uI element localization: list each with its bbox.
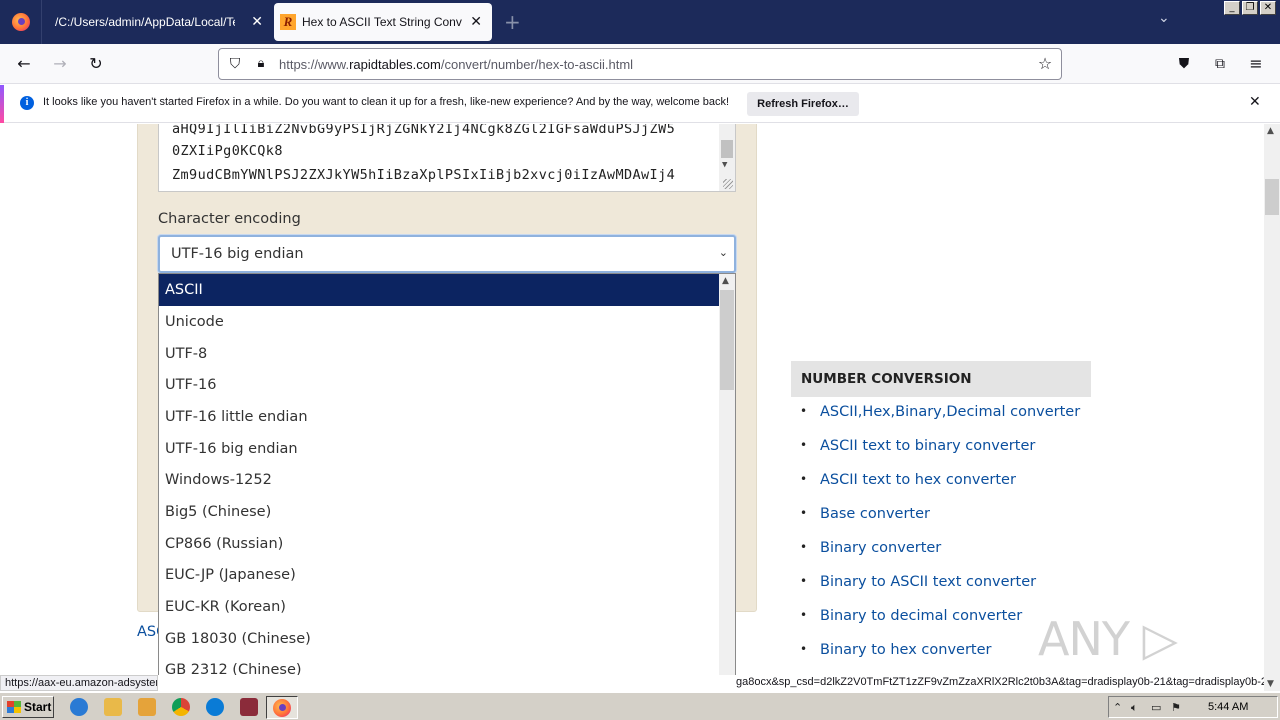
status-url-right: ga8ocx&sp_csd=d2lkZ2V0TmFtZT1zZF9vZmZzaX… bbox=[736, 676, 1264, 688]
close-icon[interactable]: ✕ bbox=[1249, 94, 1261, 110]
dropdown-option[interactable]: GB 2312 (Chinese) bbox=[159, 654, 720, 675]
sidebar-link[interactable]: ASCII text to hex converter bbox=[800, 472, 1016, 488]
textarea-line: Zm9udCBmYWNlPSJ2ZXJkYW5hIiBzaXplPSIxIiBj… bbox=[172, 167, 676, 183]
media-player-icon[interactable] bbox=[138, 698, 156, 716]
star-icon[interactable]: ☆ bbox=[1035, 54, 1055, 74]
chrome-icon[interactable] bbox=[172, 698, 190, 716]
close-icon[interactable]: ✕ bbox=[470, 14, 482, 30]
sidebar-link[interactable]: Binary converter bbox=[800, 540, 941, 556]
resize-grip-icon[interactable] bbox=[723, 179, 733, 189]
dropdown-option[interactable]: Windows-1252 bbox=[159, 464, 720, 496]
chevron-down-icon[interactable]: ▼ bbox=[722, 160, 727, 170]
sidebar-link[interactable]: Base converter bbox=[800, 506, 930, 522]
textarea-line: 0ZXIiPg0KCQk8 bbox=[172, 143, 283, 159]
minimize-button[interactable]: _ bbox=[1224, 1, 1240, 15]
start-button[interactable]: Start bbox=[2, 696, 54, 718]
dropdown-option[interactable]: Big5 (Chinese) bbox=[159, 496, 720, 528]
internet-explorer-icon[interactable] bbox=[70, 698, 88, 716]
dropdown-scrollbar[interactable]: ▲ ▼ bbox=[719, 274, 735, 675]
firefox-icon bbox=[273, 699, 291, 717]
volume-icon[interactable]: 🔈︎ bbox=[1131, 701, 1138, 715]
dropdown-option[interactable]: EUC-KR (Korean) bbox=[159, 591, 720, 623]
menu-icon[interactable]: ≡ bbox=[1246, 54, 1266, 74]
address-bar[interactable]: ⛉ 🔒︎ https://www.rapidtables.com/convert… bbox=[218, 48, 1062, 80]
system-tray: ⌃ 🔈︎ ▭ ⚑ 5:44 AM bbox=[1108, 696, 1278, 718]
sidebar-link[interactable]: Binary to ASCII text converter bbox=[800, 574, 1036, 590]
dropdown-option[interactable]: Unicode bbox=[159, 306, 720, 338]
windows-taskbar: Start ⌃ 🔈︎ ▭ ⚑ 5:44 AM bbox=[0, 692, 1280, 720]
dropdown-option[interactable]: CP866 (Russian) bbox=[159, 528, 720, 560]
textarea-line: aHQ9IjIlIiBiZ2NvbG9yPSIjRjZGNkY2Ij4NCgk8… bbox=[172, 124, 676, 137]
firefox-taskbar-button[interactable] bbox=[266, 696, 298, 719]
forward-icon[interactable]: → bbox=[50, 54, 70, 74]
clock: 5:44 AM bbox=[1208, 701, 1249, 713]
new-tab-plus-icon[interactable]: + bbox=[504, 10, 521, 34]
tab-strip: /C:/Users/admin/AppData/Local/Temp/l ✕ R… bbox=[0, 0, 1280, 44]
notification-message: It looks like you haven't started Firefo… bbox=[43, 96, 730, 108]
sidebar-heading: NUMBER CONVERSION bbox=[791, 361, 1091, 397]
close-window-button[interactable]: ✕ bbox=[1260, 1, 1276, 15]
chevron-up-icon[interactable]: ▲ bbox=[1267, 126, 1274, 136]
output-textarea[interactable]: aHQ9IjIlIiBiZ2NvbG9yPSIjRjZGNkY2Ij4NCgk8… bbox=[158, 124, 736, 192]
reload-icon[interactable]: ↻ bbox=[86, 54, 106, 74]
page-scrollbar[interactable]: ▲ ▼ bbox=[1264, 124, 1280, 691]
notification-bar: i It looks like you haven't started Fire… bbox=[0, 85, 1280, 123]
dropdown-option[interactable]: ASCII bbox=[159, 274, 720, 306]
link-status-bar: https://aax-eu.amazon-adsystem ga8ocx&sp… bbox=[0, 675, 1264, 691]
show-hidden-icons-chevron-up-icon[interactable]: ⌃ bbox=[1113, 701, 1122, 714]
sidebar-link[interactable]: ASCII,Hex,Binary,Decimal converter bbox=[800, 404, 1080, 420]
anyrun-watermark-logo: ANY ▷ RUN bbox=[1038, 612, 1178, 675]
encoding-select[interactable]: UTF-16 big endian ⌄ bbox=[158, 235, 736, 273]
back-icon[interactable]: ← bbox=[14, 54, 34, 74]
chevron-down-icon[interactable]: ▼ bbox=[1267, 679, 1274, 689]
dropdown-option[interactable]: GB 18030 (Chinese) bbox=[159, 623, 720, 655]
extensions-icon[interactable]: ⧉ bbox=[1210, 54, 1230, 74]
scrollbar-thumb[interactable] bbox=[1265, 179, 1279, 215]
tab-title: /C:/Users/admin/AppData/Local/Temp/l bbox=[55, 15, 235, 29]
chevron-up-icon[interactable]: ▲ bbox=[722, 276, 729, 286]
dropdown-option[interactable]: UTF-16 bbox=[159, 369, 720, 401]
sidebar-link[interactable]: Binary to decimal converter bbox=[800, 608, 1022, 624]
scrollbar-thumb[interactable] bbox=[720, 290, 734, 390]
scrollbar-thumb[interactable] bbox=[721, 140, 733, 158]
navigation-toolbar: ← → ↻ ⛉ 🔒︎ https://www.rapidtables.com/c… bbox=[0, 44, 1280, 84]
tab-title: Hex to ASCII Text String Converter bbox=[302, 15, 462, 29]
refresh-firefox-button[interactable]: Refresh Firefox… bbox=[747, 92, 859, 116]
sidebar-link[interactable]: ASCII text to binary converter bbox=[800, 438, 1035, 454]
encoding-selected-value: UTF-16 big endian bbox=[171, 246, 304, 262]
status-url-left: https://aax-eu.amazon-adsystem bbox=[0, 675, 158, 691]
info-icon: i bbox=[20, 96, 34, 110]
encoding-dropdown-list[interactable]: ASCII Unicode UTF-8 UTF-16 UTF-16 little… bbox=[158, 273, 736, 675]
dropdown-option[interactable]: UTF-16 big endian bbox=[159, 433, 720, 465]
firefox-view-button[interactable] bbox=[0, 0, 42, 44]
dropdown-option[interactable]: EUC-JP (Japanese) bbox=[159, 559, 720, 591]
rapidtables-favicon-icon: R bbox=[280, 14, 296, 30]
page-content: aHQ9IjIlIiBiZ2NvbG9yPSIjRjZGNkY2Ij4NCgk8… bbox=[0, 124, 1264, 675]
network-icon[interactable]: ▭ bbox=[1151, 701, 1161, 714]
windows-logo-icon bbox=[7, 701, 21, 713]
restore-button[interactable]: ❐ bbox=[1242, 1, 1258, 15]
encoding-label: Character encoding bbox=[158, 211, 301, 227]
dropdown-option[interactable]: UTF-16 little endian bbox=[159, 401, 720, 433]
lock-icon[interactable]: 🔒︎ bbox=[251, 54, 271, 74]
edge-icon[interactable] bbox=[206, 698, 224, 716]
list-all-tabs-chevron-down-icon[interactable]: ⌄ bbox=[1158, 10, 1170, 26]
start-label: Start bbox=[24, 700, 52, 714]
sidebar-link[interactable]: Binary to hex converter bbox=[800, 642, 992, 658]
dropdown-option[interactable]: UTF-8 bbox=[159, 338, 720, 370]
tab-local-file[interactable]: /C:/Users/admin/AppData/Local/Temp/l ✕ bbox=[43, 0, 273, 44]
chevron-down-icon: ⌄ bbox=[718, 246, 728, 259]
url-text[interactable]: https://www.rapidtables.com/convert/numb… bbox=[279, 57, 633, 72]
shield-icon[interactable]: ⛉ bbox=[225, 54, 245, 74]
firefox-icon bbox=[11, 13, 30, 31]
action-center-flag-icon[interactable]: ⚑ bbox=[1171, 701, 1181, 714]
winrar-icon[interactable] bbox=[240, 698, 258, 716]
browser-window: /C:/Users/admin/AppData/Local/Temp/l ✕ R… bbox=[0, 0, 1280, 720]
close-icon[interactable]: ✕ bbox=[251, 14, 263, 30]
file-explorer-icon[interactable] bbox=[104, 698, 122, 716]
window-controls: _ ❐ ✕ bbox=[1224, 1, 1276, 15]
pocket-icon[interactable]: ⛊ bbox=[1174, 54, 1194, 74]
tab-hex-to-ascii[interactable]: R Hex to ASCII Text String Converter ✕ bbox=[274, 3, 492, 41]
